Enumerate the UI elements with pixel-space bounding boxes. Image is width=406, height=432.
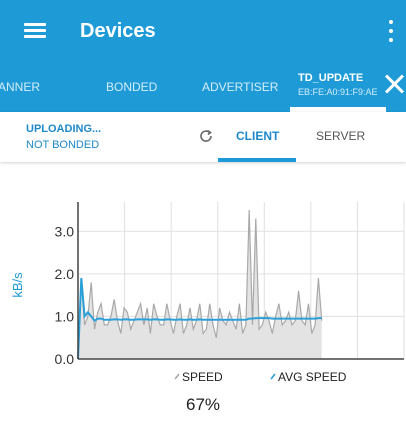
y-tick-label: 0.0 [55, 351, 75, 367]
tab-client[interactable]: CLIENT [236, 112, 279, 162]
y-tick-label: 1.0 [55, 308, 75, 324]
legend-swatch-avg-speed [270, 373, 276, 380]
tab-scanner[interactable]: ANNER [0, 62, 40, 112]
speed-area-layer [78, 210, 322, 359]
app-title: Devices [80, 20, 156, 42]
y-axis-label: kB/s [10, 272, 25, 298]
chart-legend: SPEED AVG SPEED [174, 370, 347, 384]
connection-bar: UPLOADING... NOT BONDED CLIENT SERVER [0, 112, 406, 162]
upload-status: UPLOADING... [26, 123, 102, 135]
legend-label-avg-speed: AVG SPEED [278, 370, 347, 384]
device-tab-bar: ANNER BONDED ADVERTISER TD_UPDATE EB:FE:… [0, 62, 406, 112]
close-icon[interactable] [384, 74, 404, 94]
tab-server[interactable]: SERVER [316, 112, 365, 162]
tab-active-device-address: EB:FE:A0:91:F9:AE [298, 87, 378, 97]
speed-chart: 0.0 1.0 2.0 3.0 kB/s SPEED AVG SPEED [10, 202, 405, 384]
app-bar: Devices [0, 0, 406, 62]
bond-status: NOT BONDED [26, 139, 100, 151]
tab-active-device-name[interactable]: TD_UPDATE [298, 71, 363, 85]
progress-percentage: 67% [185, 395, 221, 414]
tab-advertiser[interactable]: ADVERTISER [202, 62, 278, 112]
y-tick-label: 3.0 [55, 223, 75, 239]
tab-bonded[interactable]: BONDED [106, 62, 157, 112]
client-tab-indicator [218, 158, 296, 162]
refresh-icon[interactable] [198, 128, 214, 144]
y-tick-labels: 0.0 1.0 2.0 3.0 [55, 223, 75, 367]
y-tick-label: 2.0 [55, 266, 75, 282]
hamburger-menu-icon[interactable] [24, 23, 46, 39]
legend-label-speed: SPEED [182, 370, 223, 384]
overflow-menu-icon[interactable] [384, 18, 398, 44]
legend-swatch-speed [174, 373, 180, 380]
speed-area [78, 210, 322, 359]
